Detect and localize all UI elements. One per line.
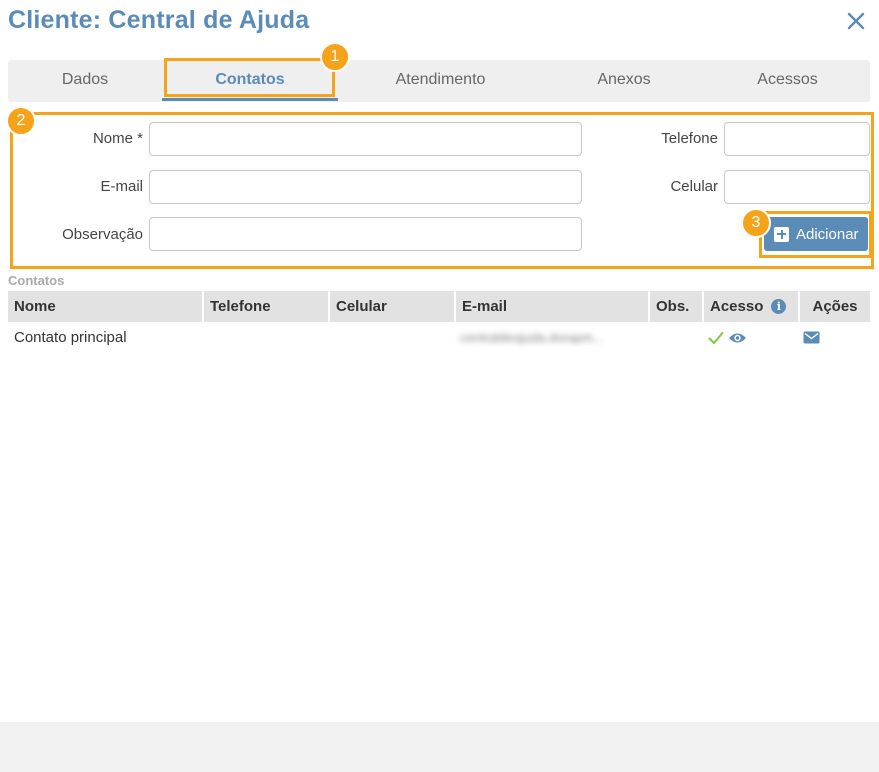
contacts-table-header: Nome Telefone Celular E-mail Obs. Acesso… bbox=[8, 291, 870, 322]
contact-email: centraldeajuda.dorapm... bbox=[460, 330, 604, 345]
telefone-label: Telefone bbox=[661, 130, 718, 147]
column-obs[interactable]: Obs. bbox=[648, 291, 702, 322]
column-acesso[interactable]: Acesso i bbox=[702, 291, 798, 322]
tab-atendimento[interactable]: Atendimento bbox=[338, 60, 543, 102]
celular-input[interactable] bbox=[724, 170, 870, 204]
close-icon[interactable] bbox=[843, 8, 869, 34]
column-email[interactable]: E-mail bbox=[454, 291, 648, 322]
email-label: E-mail bbox=[100, 178, 143, 195]
add-contact-label: Adicionar bbox=[796, 225, 859, 243]
page-title: Cliente: Central de Ajuda bbox=[8, 6, 310, 34]
observacao-label: Observação bbox=[62, 226, 143, 243]
contact-mobile bbox=[334, 322, 454, 354]
add-contact-button[interactable]: Adicionar bbox=[764, 217, 868, 251]
observacao-input[interactable] bbox=[149, 217, 582, 251]
contact-phone bbox=[208, 322, 328, 354]
eye-icon[interactable] bbox=[728, 331, 747, 345]
contact-obs bbox=[654, 322, 702, 354]
tab-anexos[interactable]: Anexos bbox=[543, 60, 705, 102]
marker-2: 2 bbox=[6, 106, 36, 136]
active-tab-indicator bbox=[162, 98, 338, 101]
contact-name: Contato principal bbox=[14, 329, 127, 346]
celular-label: Celular bbox=[670, 178, 718, 195]
column-nome[interactable]: Nome bbox=[8, 291, 202, 322]
tab-bar: Dados Contatos Atendimento Anexos Acesso… bbox=[8, 60, 870, 102]
nome-label: Nome * bbox=[92, 130, 143, 147]
plus-icon bbox=[774, 226, 789, 242]
column-celular[interactable]: Celular bbox=[328, 291, 454, 322]
dialog-footer bbox=[0, 722, 879, 772]
tab-contatos[interactable]: Contatos bbox=[162, 60, 338, 102]
table-row: Contato principal centraldeajuda.dorapm.… bbox=[8, 322, 870, 354]
check-icon bbox=[708, 332, 724, 344]
tab-dados[interactable]: Dados bbox=[8, 60, 162, 102]
mail-icon[interactable] bbox=[803, 331, 820, 344]
info-icon[interactable]: i bbox=[771, 298, 787, 314]
contacts-section-label: Contatos bbox=[8, 273, 65, 288]
telefone-input[interactable] bbox=[724, 122, 870, 156]
column-telefone[interactable]: Telefone bbox=[202, 291, 328, 322]
tab-acessos[interactable]: Acessos bbox=[705, 60, 870, 102]
column-acesso-label: Acesso bbox=[710, 298, 764, 315]
email-input[interactable] bbox=[149, 170, 582, 204]
column-acoes: Ações bbox=[798, 291, 870, 322]
nome-input[interactable] bbox=[149, 122, 582, 156]
